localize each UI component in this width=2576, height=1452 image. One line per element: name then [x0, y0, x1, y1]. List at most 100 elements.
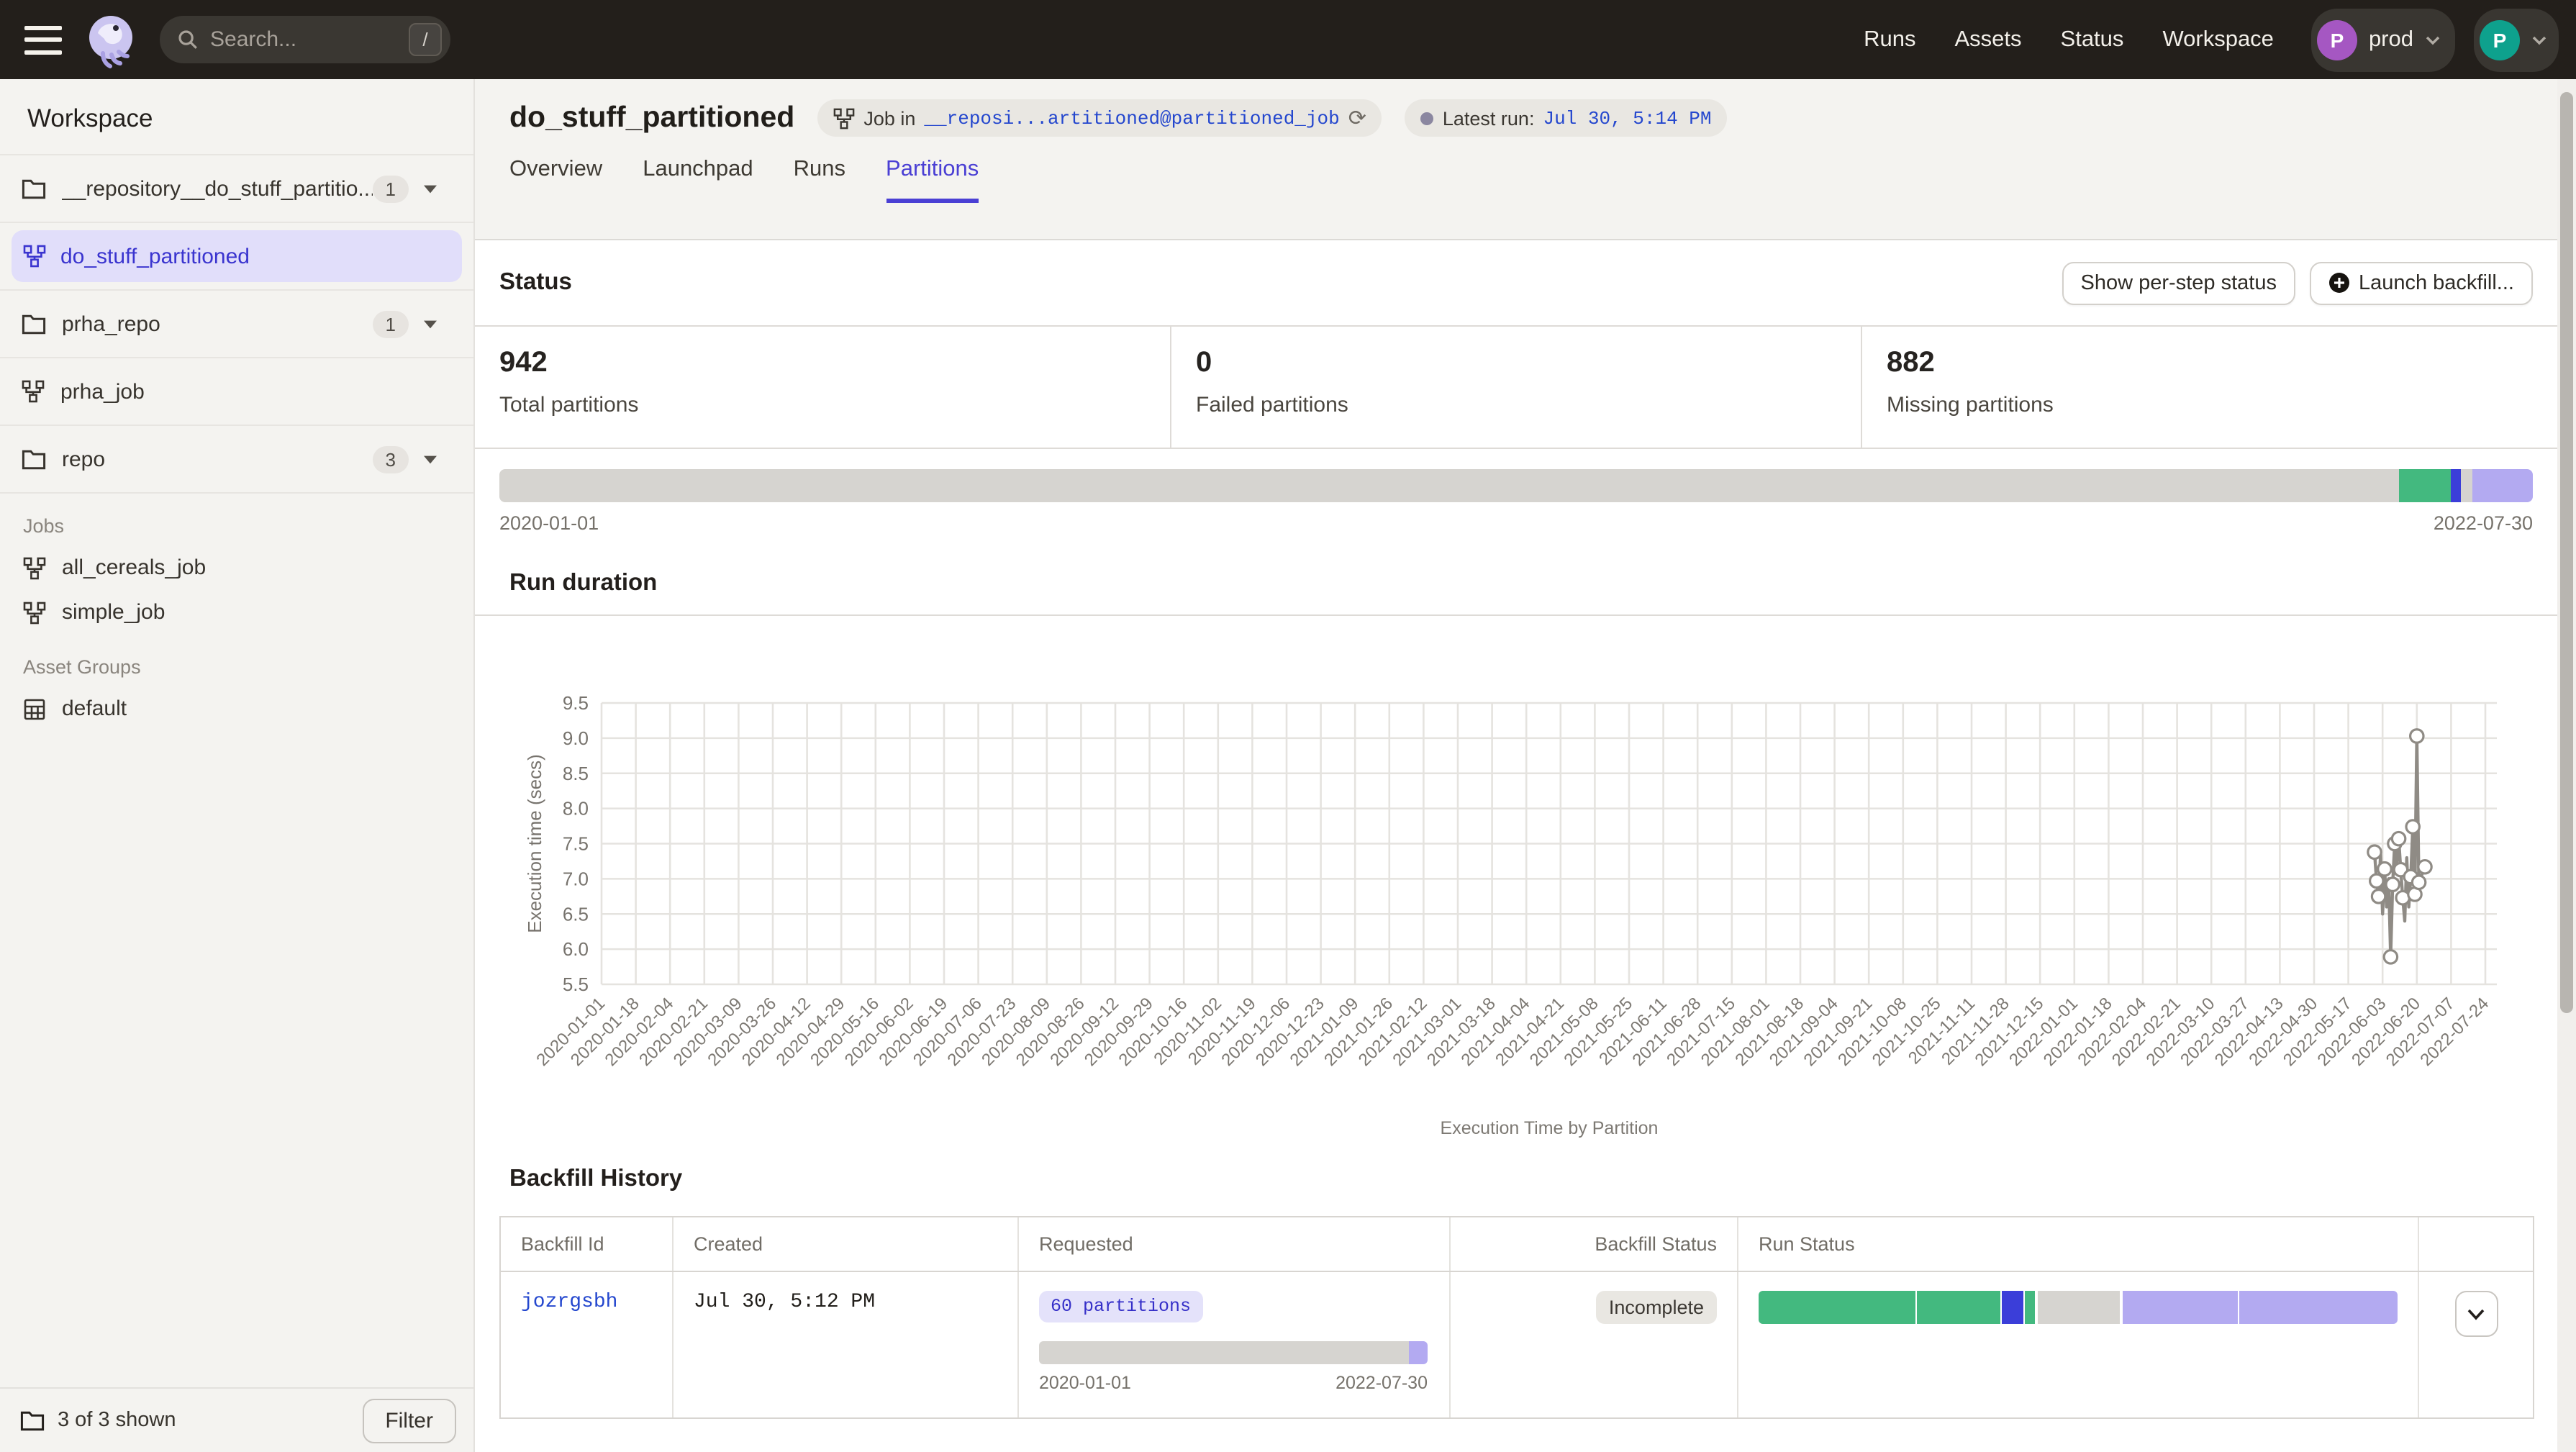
nav-link-status[interactable]: Status: [2061, 27, 2124, 53]
bar-segment: [1918, 1291, 2000, 1324]
run-status-dot: [1421, 112, 1434, 124]
filter-button[interactable]: Filter: [362, 1398, 456, 1443]
latest-run-link[interactable]: Jul 30, 5:14 PM: [1543, 107, 1711, 129]
caret-down-icon[interactable]: [423, 183, 437, 194]
svg-text:8.5: 8.5: [563, 763, 589, 784]
job-icon: [23, 245, 46, 268]
column-header-backfill-status: Backfill Status: [1449, 1217, 1737, 1271]
search-input[interactable]: Search... /: [160, 16, 450, 63]
svg-text:7.0: 7.0: [563, 868, 589, 889]
bar-segment: [499, 469, 2398, 502]
user-avatar: P: [2480, 19, 2520, 60]
requested-range-bar: [1039, 1341, 1428, 1364]
partition-status-bar-wrap: [499, 469, 2533, 502]
deployment-label: prod: [2369, 27, 2413, 53]
tab-partitions[interactable]: Partitions: [886, 157, 979, 203]
chevron-down-icon: [2425, 34, 2441, 45]
nav-link-assets[interactable]: Assets: [1955, 27, 2022, 53]
scrollbar-thumb[interactable]: [2560, 92, 2573, 1013]
section-label-jobs: Jobs: [23, 515, 473, 537]
range-end-date: 2022-07-30: [1335, 1373, 1428, 1393]
page-header: do_stuff_partitioned Job in __reposi...a…: [475, 79, 2557, 240]
svg-text:8.0: 8.0: [563, 798, 589, 820]
backfill-row: jozrgsbhJul 30, 5:12 PM60 partitions2020…: [501, 1272, 2533, 1417]
sidebar-sections: Jobs all_cereals_job simple_job Asset Group…: [0, 515, 473, 731]
job-icon: [22, 380, 45, 403]
sidebar-item-all_cereals_job[interactable]: all_cereals_job: [0, 545, 473, 590]
chevron-down-icon: [2467, 1307, 2485, 1320]
tab-overview[interactable]: Overview: [509, 157, 602, 203]
sidebar-item--repository-do-stuff-partitio-[interactable]: __repository__do_stuff_partitio...1: [0, 155, 473, 223]
sidebar-item-simple_job[interactable]: simple_job: [0, 590, 473, 635]
requested-range-dates: 2020-01-012022-07-30: [1039, 1373, 1428, 1393]
caret-down-icon[interactable]: [423, 454, 437, 464]
nav-link-workspace[interactable]: Workspace: [2162, 27, 2274, 53]
plus-circle-icon: [2328, 272, 2350, 294]
repository-list: __repository__do_stuff_partitio...1 do_st…: [0, 155, 473, 494]
bar-segment: [1039, 1341, 1408, 1364]
hamburger-menu-icon[interactable]: [24, 25, 62, 54]
folder-icon: [22, 313, 46, 335]
stat-total-partitions: 942Total partitions: [475, 327, 1170, 448]
job-location-link[interactable]: __reposi...artitioned@partitioned_job: [924, 107, 1339, 129]
requested-cell: 60 partitions 2020-01-012022-07-30: [1017, 1272, 1449, 1417]
bar-segment: [2038, 1291, 2121, 1324]
svg-text:6.5: 6.5: [563, 903, 589, 925]
column-header-backfill-id: Backfill Id: [501, 1217, 672, 1271]
sidebar-item-default[interactable]: default: [0, 686, 473, 731]
deployment-avatar: P: [2317, 19, 2357, 60]
svg-text:Execution time (secs): Execution time (secs): [524, 754, 545, 933]
partition-start-date: 2020-01-01: [499, 512, 599, 534]
sidebar-footer: 3 of 3 shown Filter: [0, 1387, 473, 1452]
partition-status-bar[interactable]: [499, 469, 2533, 502]
backfill-id-link[interactable]: jozrgsbh: [521, 1291, 617, 1314]
partition-stats: 942Total partitions0Failed partitions882…: [475, 325, 2557, 449]
folder-icon: [22, 448, 46, 470]
sidebar-item-label: repo: [62, 447, 105, 471]
item-count-badge: 1: [373, 175, 409, 202]
stat-label: Missing partitions: [1887, 393, 2557, 417]
svg-text:9.0: 9.0: [563, 727, 589, 749]
section-label-asset-groups: Asset Groups: [23, 656, 473, 678]
refresh-icon[interactable]: ⟳: [1348, 105, 1366, 131]
chevron-down-icon: [2531, 34, 2547, 45]
sidebar-item-label: all_cereals_job: [62, 555, 206, 580]
run-duration-header: Run duration: [475, 553, 2557, 616]
top-navigation-bar: Search... / Runs Assets Status Workspace P …: [0, 0, 2576, 79]
launch-backfill-button[interactable]: Launch backfill...: [2310, 261, 2533, 304]
user-menu[interactable]: P: [2474, 8, 2559, 71]
job-in-label: Job in: [863, 107, 915, 129]
sidebar-item-prha-job[interactable]: prha_job: [0, 358, 473, 426]
sidebar-item-label: __repository__do_stuff_partitio...: [62, 176, 373, 201]
run-status-bar[interactable]: [1759, 1291, 2398, 1324]
status-actions: Show per-step status Launch backfill...: [2062, 261, 2533, 304]
expand-cell: [2418, 1272, 2533, 1417]
tab-runs[interactable]: Runs: [794, 157, 845, 203]
sidebar-item-prha-repo[interactable]: prha_repo1: [0, 291, 473, 358]
caret-down-icon[interactable]: [423, 319, 437, 329]
nav-link-runs[interactable]: Runs: [1864, 27, 1915, 53]
stat-value: 942: [499, 347, 1170, 380]
stat-label: Failed partitions: [1196, 393, 1861, 417]
page-scrollbar[interactable]: [2557, 79, 2576, 1452]
launch-backfill-label: Launch backfill...: [2359, 271, 2514, 294]
requested-partitions-badge[interactable]: 60 partitions: [1039, 1291, 1202, 1322]
sidebar-item-repo[interactable]: repo3: [0, 426, 473, 494]
bar-segment: [2398, 469, 2451, 502]
dagster-logo-icon[interactable]: [82, 11, 140, 68]
deployment-switcher[interactable]: P prod: [2311, 8, 2455, 71]
bar-segment: [2026, 1291, 2036, 1324]
job-icon: [23, 601, 46, 624]
tab-launchpad[interactable]: Launchpad: [643, 157, 753, 203]
sidebar-item-do-stuff-partitioned[interactable]: do_stuff_partitioned: [0, 223, 473, 291]
run-duration-title: Run duration: [509, 570, 657, 596]
run-status-cell: [1737, 1272, 2418, 1417]
backfill-history-table: Backfill IdCreatedRequestedBackfill Stat…: [499, 1216, 2534, 1419]
expand-row-button[interactable]: [2454, 1291, 2498, 1337]
tab-bar: Overview Launchpad Runs Partitions: [509, 157, 2557, 203]
show-per-step-status-button[interactable]: Show per-step status: [2062, 261, 2295, 304]
backfill-history-header: Backfill History: [475, 1145, 2557, 1216]
sidebar-item-label: do_stuff_partitioned: [60, 244, 250, 268]
bar-segment: [2002, 1291, 2023, 1324]
selected-item-pill[interactable]: do_stuff_partitioned: [12, 230, 462, 282]
